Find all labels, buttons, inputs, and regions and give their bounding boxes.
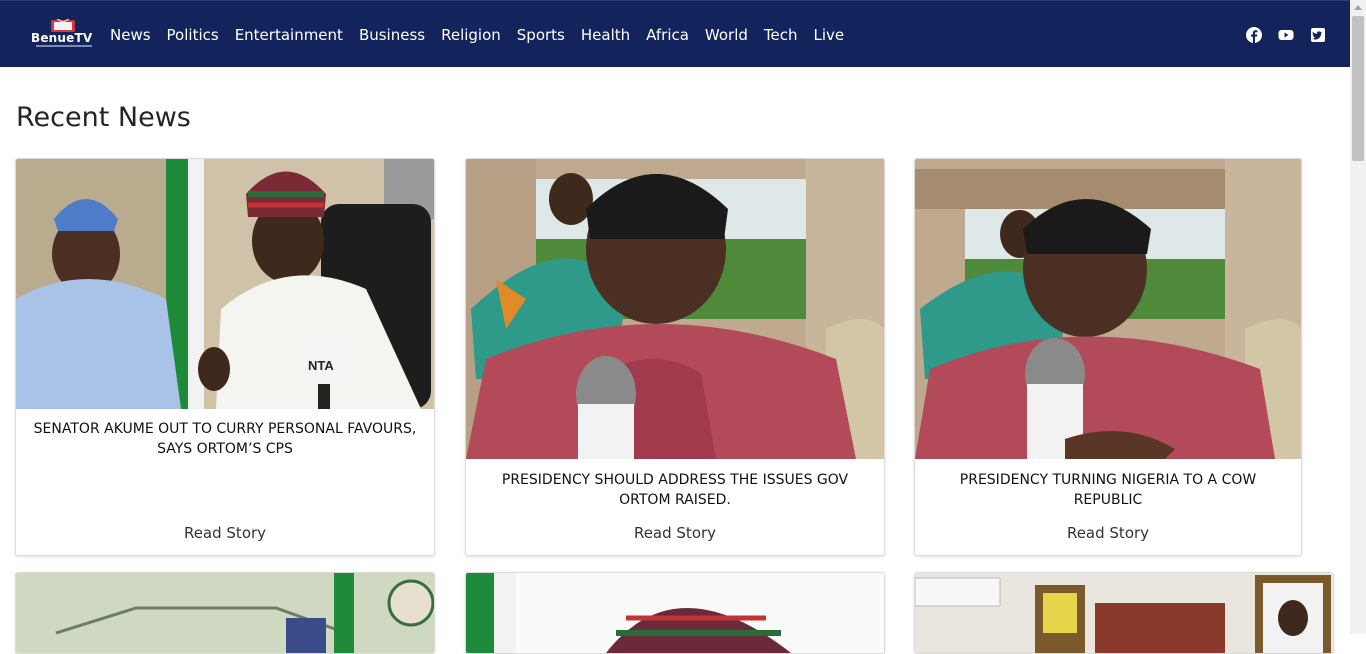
svg-text:NTA: NTA [308,358,334,373]
main-nav: News Politics Entertainment Business Rel… [110,1,860,68]
news-thumbnail[interactable] [915,573,1333,653]
page-title: Recent News [16,102,191,133]
nav-link-live[interactable]: Live [814,26,845,44]
social-links [1246,27,1326,43]
scrollbar-thumb[interactable] [1352,16,1364,161]
brand-logo[interactable]: BenueTV [30,19,98,49]
nav-link-entertainment[interactable]: Entertainment [235,26,343,44]
youtube-icon[interactable] [1278,27,1294,43]
read-story-link[interactable]: Read Story [16,524,434,542]
news-card[interactable] [914,572,1334,654]
top-navbar: BenueTV News Politics Entertainment Busi… [0,0,1350,67]
news-thumbnail[interactable] [466,573,884,653]
news-thumbnail-akume-ortom[interactable]: NTA [16,159,434,409]
nav-link-religion[interactable]: Religion [441,26,501,44]
news-card[interactable]: PRESIDENCY TURNING NIGERIA TO A COW REPU… [914,158,1302,556]
news-title[interactable]: PRESIDENCY SHOULD ADDRESS THE ISSUES GOV… [478,470,872,510]
nav-link-business[interactable]: Business [359,26,425,44]
news-thumbnail-cps-interview[interactable] [466,159,884,459]
vertical-scrollbar[interactable] [1350,0,1366,634]
news-card[interactable] [15,572,435,654]
news-title[interactable]: PRESIDENCY TURNING NIGERIA TO A COW REPU… [927,470,1289,510]
news-card[interactable]: PRESIDENCY SHOULD ADDRESS THE ISSUES GOV… [465,158,885,556]
news-card[interactable] [465,572,885,654]
brand-name: BenueTV [31,31,93,45]
nav-link-politics[interactable]: Politics [167,26,219,44]
read-story-link[interactable]: Read Story [466,524,884,542]
facebook-icon[interactable] [1246,27,1262,43]
news-title[interactable]: SENATOR AKUME OUT TO CURRY PERSONAL FAVO… [28,419,422,459]
nav-link-health[interactable]: Health [581,26,630,44]
news-thumbnail-cow-republic[interactable] [915,159,1301,459]
news-thumbnail[interactable] [16,573,434,653]
nav-link-sports[interactable]: Sports [517,26,565,44]
brand-tagline-mark [36,45,92,47]
twitter-icon[interactable] [1310,27,1326,43]
scroll-up-icon[interactable] [1354,5,1362,10]
nav-link-tech[interactable]: Tech [764,26,798,44]
nav-link-news[interactable]: News [110,26,151,44]
read-story-link[interactable]: Read Story [915,524,1301,542]
nav-link-world[interactable]: World [705,26,748,44]
nav-link-africa[interactable]: Africa [646,26,689,44]
news-card[interactable]: NTA SENATOR AKUME OUT TO CURRY PERSONAL … [15,158,435,556]
